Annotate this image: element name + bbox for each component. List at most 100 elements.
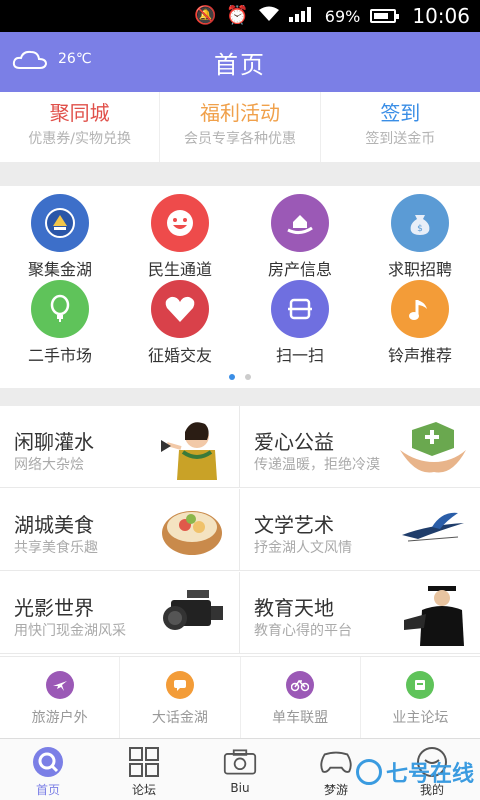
forum-label: 单车联盟 — [272, 710, 329, 726]
page-dot[interactable] — [245, 374, 251, 380]
money-bag-icon: $ — [391, 194, 449, 252]
board-icon — [406, 671, 435, 699]
svg-text:$: $ — [417, 224, 423, 234]
page-dot-active[interactable] — [229, 374, 235, 380]
card-title: 教育天地 — [254, 596, 334, 620]
divider — [0, 388, 480, 406]
feature-cards: 闲聊灌水 网络大杂烩 爱心公益 传递温暖，拒绝冷漠 湖城美食 共享美食乐趣 文学… — [0, 406, 480, 654]
tab-label: 论坛 — [131, 783, 156, 797]
battery-icon — [370, 9, 400, 23]
bicycle-icon — [286, 671, 315, 699]
forum-row: 旅游户外 大话金湖 单车联盟 业主论坛 — [0, 656, 480, 738]
grid-item-label: 扫一扫 — [275, 346, 324, 365]
card-aixin[interactable]: 爱心公益 传递温暖，拒绝冷漠 — [240, 406, 480, 488]
ink-brush-image — [402, 512, 464, 542]
card-subtitle: 教育心得的平台 — [254, 623, 352, 639]
card-title: 爱心公益 — [254, 430, 334, 454]
grid-item-ringtone[interactable]: 铃声推荐 — [360, 280, 480, 366]
app-header: 26℃ 首页 — [0, 32, 480, 92]
card-title: 闲聊灌水 — [14, 430, 94, 454]
grid-item-label: 房产信息 — [267, 260, 332, 279]
tab-biu[interactable]: Biu — [192, 739, 288, 800]
wifi-icon — [258, 6, 279, 26]
forum-dahua[interactable]: 大话金湖 — [120, 657, 241, 738]
shouting-woman-image — [161, 422, 217, 480]
grid-item-jujijinhu[interactable]: 聚集金湖 — [0, 194, 120, 280]
heart-icon — [151, 280, 209, 338]
smiley-icon — [151, 194, 209, 252]
grid-item-minsheng[interactable]: 民生通道 — [120, 194, 240, 280]
tab-label: Biu — [230, 781, 250, 795]
battery-percent: 69% — [324, 6, 361, 26]
forum-bike[interactable]: 单车联盟 — [241, 657, 361, 738]
grid-item-scan[interactable]: 扫一扫 — [240, 280, 360, 366]
music-note-icon — [391, 280, 449, 338]
card-xianliao[interactable]: 闲聊灌水 网络大杂烩 — [0, 406, 240, 488]
site-watermark: 七号在线 — [355, 756, 474, 788]
promo-title: 签到 — [380, 101, 421, 125]
camera-icon — [223, 745, 257, 779]
graduate-image — [404, 586, 464, 646]
status-bar: 🔕 ⏰ 69% 10:06 — [0, 0, 480, 32]
scan-icon — [271, 280, 329, 338]
promo-checkin[interactable]: 签到 签到送金币 — [321, 92, 480, 162]
card-guangying[interactable]: 光影世界 用快门现金湖风采 — [0, 572, 240, 654]
tab-forum[interactable]: 论坛 — [96, 739, 192, 800]
weather-widget[interactable]: 26℃ — [12, 48, 92, 70]
watermark-logo-icon — [355, 759, 382, 785]
forum-label: 业主论坛 — [392, 710, 449, 726]
card-title: 湖城美食 — [14, 513, 94, 537]
plane-icon — [45, 671, 74, 699]
page-indicator — [0, 374, 480, 380]
grid-item-label: 征婚交友 — [147, 346, 212, 365]
promo-tongcheng[interactable]: 聚同城 优惠券/实物兑换 — [0, 92, 161, 162]
food-bowl-image — [162, 511, 222, 555]
divider — [0, 162, 480, 186]
card-title: 文学艺术 — [254, 513, 334, 537]
gamepad-icon — [319, 745, 353, 779]
hands-plant-image — [400, 422, 466, 473]
grid-item-ershou[interactable]: 二手市场 — [0, 280, 120, 366]
promo-title: 聚同城 — [49, 101, 110, 125]
alarm-icon: ⏰ — [226, 5, 249, 26]
promo-title: 福利活动 — [199, 101, 280, 125]
card-title: 光影世界 — [14, 596, 94, 620]
card-subtitle: 抒金湖人文风情 — [254, 540, 352, 556]
forum-label: 大话金湖 — [151, 710, 208, 726]
grid-item-zhenghun[interactable]: 征婚交友 — [120, 280, 240, 366]
card-jiaoyu[interactable]: 教育天地 教育心得的平台 — [240, 572, 480, 654]
grid-icon — [127, 745, 161, 779]
promo-subtitle: 优惠券/实物兑换 — [28, 131, 132, 147]
video-camera-image — [163, 590, 223, 630]
tab-label: 首页 — [35, 783, 60, 797]
forum-label: 旅游户外 — [31, 710, 88, 726]
card-wenxue[interactable]: 文学艺术 抒金湖人文风情 — [240, 489, 480, 571]
forum-travel[interactable]: 旅游户外 — [0, 657, 121, 738]
grid-item-label: 民生通道 — [147, 260, 212, 279]
promo-row: 聚同城 优惠券/实物兑换 福利活动 会员专享各种优惠 签到 签到送金币 — [0, 92, 480, 162]
category-grid: 聚集金湖 民生通道 房产信息 $ 求职招聘 二手市场 征婚交友 扫一扫 铃声推荐 — [0, 186, 480, 386]
grid-item-label: 二手市场 — [27, 346, 92, 365]
grid-item-label: 求职招聘 — [387, 260, 452, 279]
card-subtitle: 传递温暖，拒绝冷漠 — [254, 457, 380, 473]
grid-item-qiuzhi[interactable]: $ 求职招聘 — [360, 194, 480, 280]
card-subtitle: 网络大杂烩 — [14, 457, 84, 473]
card-subtitle: 用快门现金湖风采 — [14, 623, 126, 639]
forum-owner[interactable]: 业主论坛 — [361, 657, 480, 738]
card-subtitle: 共享美食乐趣 — [14, 540, 98, 556]
watermark-text: 七号在线 — [385, 762, 474, 787]
police-badge-icon — [31, 194, 89, 252]
promo-subtitle: 签到送金币 — [365, 131, 436, 147]
card-meishi[interactable]: 湖城美食 共享美食乐趣 — [0, 489, 240, 571]
page-title: 首页 — [214, 50, 266, 79]
house-hand-icon — [271, 194, 329, 252]
temperature: 26℃ — [58, 51, 92, 67]
clock: 10:06 — [412, 4, 470, 28]
grid-item-fangchan[interactable]: 房产信息 — [240, 194, 360, 280]
chat-icon — [165, 671, 194, 699]
promo-welfare[interactable]: 福利活动 会员专享各种优惠 — [160, 92, 321, 162]
balloon-icon — [31, 280, 89, 338]
mute-icon: 🔕 — [193, 5, 217, 26]
tab-home[interactable]: 首页 — [0, 739, 96, 800]
home-icon — [31, 745, 65, 779]
